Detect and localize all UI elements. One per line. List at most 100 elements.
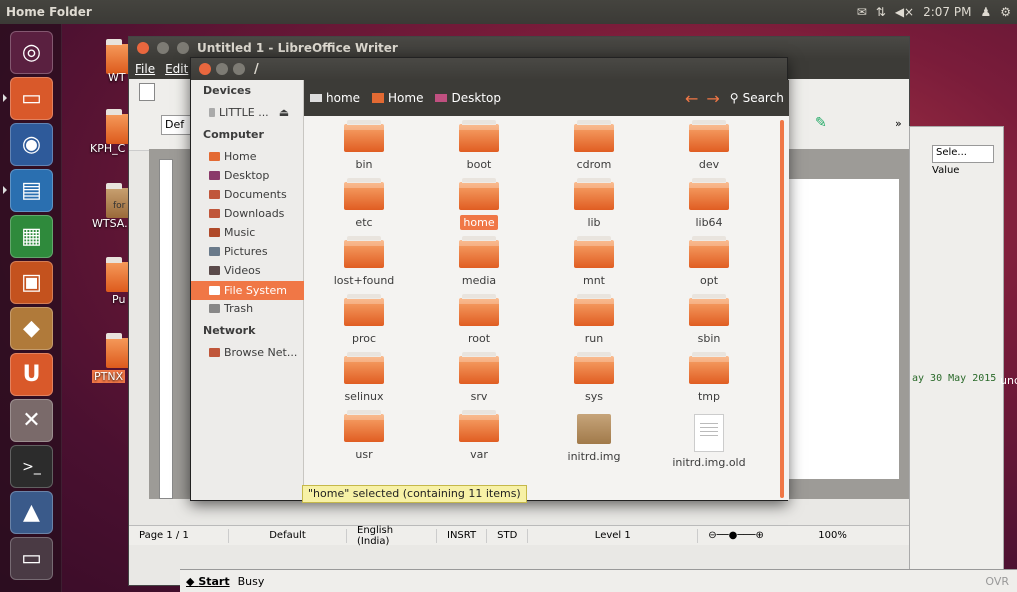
file-item[interactable]: selinux [319,352,409,403]
file-item[interactable]: tmp [664,352,754,403]
file-item[interactable]: etc [319,178,409,229]
search-icon[interactable]: ⚲ [730,91,739,105]
file-item[interactable]: bin [319,120,409,171]
file-item[interactable]: opt [664,236,754,287]
close-icon[interactable] [199,63,211,75]
sidebar-item-filesystem[interactable]: File System [191,281,304,300]
file-item[interactable]: initrd.img [549,414,639,463]
desktop-label: PTNX [92,370,126,383]
breadcrumb-root[interactable]: home [304,91,366,105]
files-icon[interactable]: ▭ [10,77,53,120]
sidebar-item-documents[interactable]: Documents [209,188,303,201]
workspace-icon[interactable]: ▭ [10,537,53,580]
drive-icon [209,286,220,295]
folder-icon [689,294,729,326]
network-icon[interactable]: ⇅ [876,5,886,19]
file-item[interactable]: initrd.img.old [664,414,754,469]
dash-icon[interactable]: ◎ [10,31,53,74]
new-doc-icon[interactable] [139,83,155,101]
sidebar-item-music[interactable]: Music [209,226,303,239]
user-icon[interactable]: ♟ [980,5,991,19]
file-item[interactable]: lost+found [319,236,409,287]
calc-icon[interactable]: ▦ [10,215,53,258]
folder-icon [459,352,499,384]
start-button[interactable]: ◆ Start [186,575,230,588]
maximize-icon[interactable] [177,42,189,54]
menu-edit[interactable]: Edit [165,62,188,76]
forward-arrow-icon[interactable]: → [706,89,719,108]
documents-icon [209,190,220,199]
sidebar-item-label: Home [224,150,257,163]
writer-titlebar[interactable]: Untitled 1 - LibreOffice Writer [129,37,909,59]
volume-icon[interactable]: ◀× [895,5,914,19]
file-item[interactable]: sys [549,352,639,403]
insert-mode[interactable]: INSRT [437,528,488,543]
impress-icon[interactable]: ▣ [10,261,53,304]
breadcrumb-home[interactable]: Home [366,91,429,105]
zoom-slider[interactable]: ⊖──●───⊕ [698,529,808,543]
mail-icon[interactable]: ✉ [857,5,867,19]
select-dropdown[interactable]: Sele... [932,145,994,163]
file-item[interactable]: lib [549,178,639,229]
file-item[interactable]: cdrom [549,120,639,171]
file-item[interactable]: var [434,410,524,461]
file-item[interactable]: boot [434,120,524,171]
file-item[interactable]: home [434,178,524,230]
selection-mode[interactable]: STD [487,528,529,543]
unc-label: unc [1000,374,1017,387]
busy-status: Busy [237,574,265,588]
file-item[interactable]: media [434,236,524,287]
file-item-label: mnt [583,274,605,287]
gear-icon[interactable]: ⚙ [1000,5,1011,19]
sidebar-item-network[interactable]: Browse Net... [209,346,303,359]
sidebar-item-pictures[interactable]: Pictures [209,245,303,258]
file-item[interactable]: srv [434,352,524,403]
language[interactable]: English (India) [347,525,437,547]
fm-sidebar: Devices LITTLE ... ⏏ Computer Home Deskto… [191,80,304,500]
settings-icon[interactable]: ✕ [10,399,53,442]
maximize-icon[interactable] [233,63,245,75]
zoom-level[interactable]: 100% [808,529,857,543]
minimize-icon[interactable] [157,42,169,54]
file-item[interactable]: usr [319,410,409,461]
minimize-icon[interactable] [216,63,228,75]
page-style[interactable]: Default [229,528,347,543]
highlight-icon[interactable]: ✎ [815,115,827,131]
file-item[interactable]: sbin [664,294,754,345]
file-item-label: bin [355,158,373,171]
breadcrumb-desktop[interactable]: Desktop [429,91,507,105]
sidebar-item-desktop[interactable]: Desktop [209,169,303,182]
sidebar-item-home[interactable]: Home [209,150,303,163]
matlab-icon[interactable]: ▲ [10,491,53,534]
sidebar-item-downloads[interactable]: Downloads [209,207,303,220]
sidebar-item-device[interactable]: LITTLE ... ⏏ [209,106,303,119]
search-button[interactable]: Search [743,91,784,105]
eject-icon[interactable]: ⏏ [279,106,289,119]
ubuntu-one-icon[interactable]: U [10,353,53,396]
writer-icon[interactable]: ▤ [10,169,53,212]
chevron-icon[interactable]: » [895,117,902,130]
desktop-icon [209,171,220,180]
file-item[interactable]: lib64 [664,178,754,229]
fm-titlebar[interactable]: / [191,58,787,80]
scrollbar[interactable] [780,120,784,498]
file-item[interactable]: proc [319,294,409,345]
page[interactable] [789,179,899,479]
bottom-panel: ◆ Start Busy OVR [180,569,1017,592]
back-arrow-icon[interactable]: ← [685,89,698,108]
software-center-icon[interactable]: ◆ [10,307,53,350]
sidebar-item-videos[interactable]: Videos [209,264,303,277]
file-item-label: usr [355,448,373,461]
file-item[interactable]: root [434,294,524,345]
file-item[interactable]: dev [664,120,754,171]
launcher: ◎ ▭ ◉ ▤ ▦ ▣ ◆ U ✕ >_ ▲ ▭ [0,24,62,592]
sidebar-item-trash[interactable]: Trash [209,302,303,315]
clock[interactable]: 2:07 PM [923,5,971,19]
menu-file[interactable]: File [135,62,155,76]
firefox-icon[interactable]: ◉ [10,123,53,166]
breadcrumb-label: Desktop [451,91,501,105]
file-item[interactable]: mnt [549,236,639,287]
terminal-icon[interactable]: >_ [10,445,53,488]
file-item[interactable]: run [549,294,639,345]
close-icon[interactable] [137,42,149,54]
